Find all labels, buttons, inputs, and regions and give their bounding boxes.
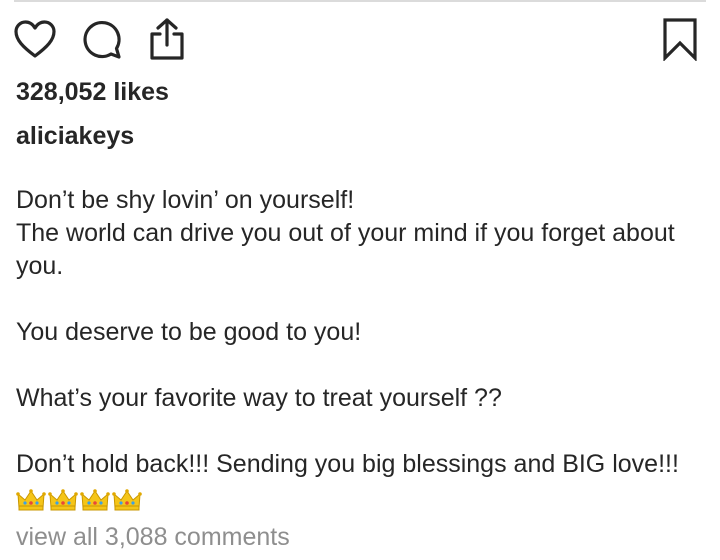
- crown-emoji: [80, 489, 110, 511]
- bookmark-icon: [663, 18, 697, 61]
- top-divider: [14, 0, 706, 2]
- caption-line: Don’t hold back!!! Sending you big bless…: [16, 450, 679, 478]
- crown-emoji-row: [16, 483, 706, 513]
- like-button[interactable]: [10, 14, 60, 64]
- post-action-bar: [0, 14, 720, 64]
- caption-line: The world can drive you out of your mind…: [16, 219, 675, 247]
- caption-line: You deserve to be good to you!: [16, 318, 362, 346]
- crown-emoji: [16, 489, 46, 511]
- post-username[interactable]: aliciakeys: [16, 122, 134, 151]
- comment-bubble-icon: [83, 21, 121, 59]
- crown-emoji: [48, 489, 78, 511]
- caption-line: you.: [16, 252, 64, 280]
- likes-count[interactable]: 328,052 likes: [16, 78, 169, 107]
- caption-line: Don’t be shy lovin’ on yourself!: [16, 186, 355, 214]
- heart-icon: [14, 20, 56, 58]
- save-button[interactable]: [655, 14, 705, 64]
- share-button[interactable]: [142, 14, 192, 64]
- share-icon: [150, 18, 184, 60]
- crown-emoji: [112, 489, 142, 511]
- caption-line: What’s your favorite way to treat yourse…: [16, 384, 502, 412]
- comment-button[interactable]: [77, 14, 127, 64]
- post-caption: Don’t be shy lovin’ on yourself! The wor…: [16, 184, 706, 513]
- view-all-comments-link[interactable]: view all 3,088 comments: [16, 523, 290, 552]
